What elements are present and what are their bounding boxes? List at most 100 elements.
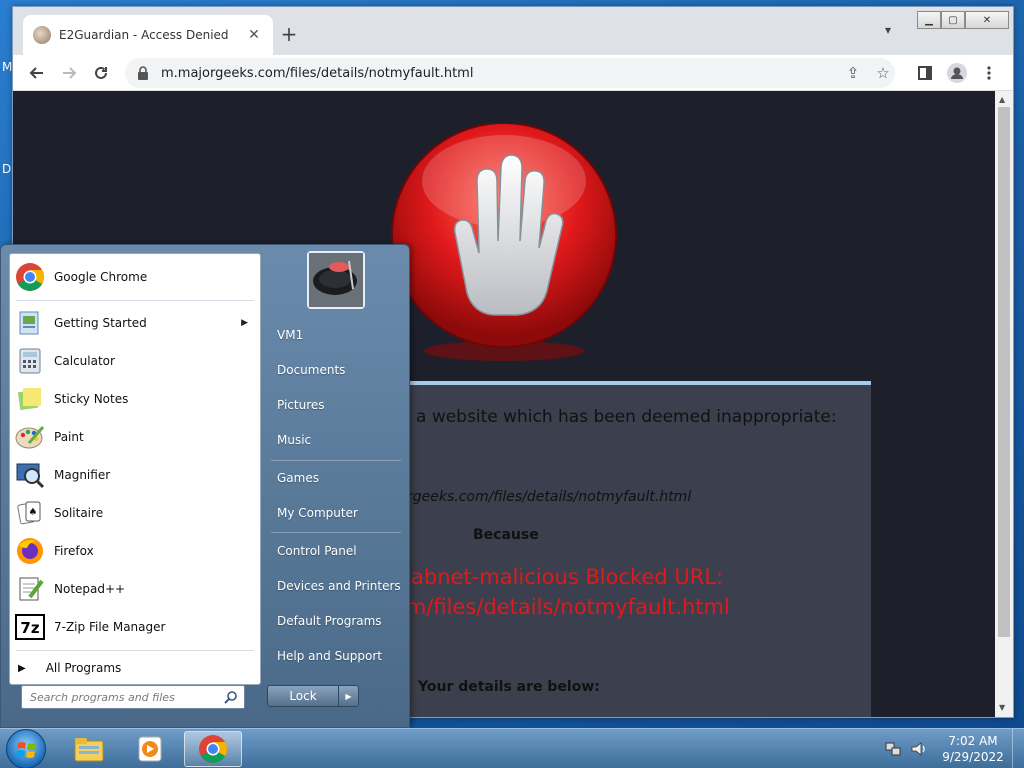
start-link-default-programs[interactable]: Default Programs — [267, 606, 405, 636]
maximize-button[interactable]: ▢ — [941, 11, 965, 29]
start-link-control-panel[interactable]: Control Panel — [267, 536, 405, 566]
start-link-pictures[interactable]: Pictures — [267, 390, 405, 420]
separator — [271, 460, 401, 461]
volume-icon[interactable] — [910, 740, 928, 758]
new-tab-button[interactable]: + — [275, 21, 303, 49]
program-google-chrome[interactable]: Google Chrome — [10, 258, 260, 296]
forward-button[interactable] — [57, 61, 81, 85]
system-tray — [884, 729, 928, 768]
lock-label: Lock — [289, 689, 317, 703]
chrome-menu-button[interactable] — [977, 61, 1001, 85]
notepadpp-icon — [14, 573, 46, 605]
close-window-button[interactable]: ✕ — [965, 11, 1009, 29]
side-panel-icon — [918, 66, 932, 80]
program-paint[interactable]: Paint — [10, 418, 260, 456]
svg-text:♠: ♠ — [29, 507, 38, 518]
program-magnifier[interactable]: Magnifier — [10, 456, 260, 494]
reload-button[interactable] — [89, 61, 113, 85]
program-getting-started[interactable]: Getting Started ▶ — [10, 304, 260, 342]
scroll-down-icon[interactable]: ▼ — [999, 703, 1005, 712]
start-button[interactable] — [6, 729, 46, 768]
start-menu: Google Chrome Getting Started ▶ Calculat… — [0, 244, 410, 728]
start-link-devices-and-printers[interactable]: Devices and Printers — [267, 571, 405, 601]
tab-title: E2Guardian - Access Denied — [59, 28, 229, 42]
blocked-url: rgeeks.com/files/details/notmyfault.html — [407, 489, 692, 505]
tab-close-icon[interactable]: ✕ — [245, 27, 263, 43]
program-label: Notepad++ — [54, 582, 126, 596]
desktop-icon-label-fragment[interactable]: M — [2, 60, 12, 74]
clock-time: 7:02 AM — [948, 734, 998, 748]
address-bar[interactable]: m.majorgeeks.com/files/details/notmyfaul… — [125, 58, 895, 88]
search-icon[interactable] — [224, 690, 238, 704]
network-icon[interactable] — [884, 740, 902, 758]
clock[interactable]: 7:02 AM 9/29/2022 — [938, 733, 1008, 765]
program-sticky-notes[interactable]: Sticky Notes — [10, 380, 260, 418]
start-link-music[interactable]: Music — [267, 425, 405, 455]
taskbar-chrome[interactable] — [184, 731, 242, 767]
show-desktop-button[interactable] — [1012, 729, 1024, 768]
start-link-games[interactable]: Games — [267, 463, 405, 493]
share-icon[interactable]: ⇪ — [841, 61, 865, 85]
profile-button[interactable] — [945, 61, 969, 85]
taskbar-media-player[interactable] — [122, 731, 180, 767]
magnifier-icon — [14, 459, 46, 491]
details-heading: Your details are below: — [418, 679, 600, 695]
lock-icon — [138, 66, 148, 80]
program-label: 7-Zip File Manager — [54, 620, 166, 634]
lock-button[interactable]: Lock ▶ — [267, 685, 359, 707]
user-avatar[interactable] — [307, 251, 365, 309]
page-scrollbar[interactable]: ▲ ▼ — [995, 91, 1013, 717]
program-notepadpp[interactable]: Notepad++ — [10, 570, 260, 608]
program-label: Firefox — [54, 544, 94, 558]
block-heading: a website which has been deemed inapprop… — [416, 407, 837, 427]
7zip-icon: 7z — [14, 611, 46, 643]
separator — [16, 300, 254, 301]
sticky-notes-icon — [14, 383, 46, 415]
program-label: Calculator — [54, 354, 115, 368]
e2guardian-favicon-icon — [33, 26, 51, 44]
tab-search-chevron-icon[interactable]: ▾ — [885, 23, 891, 37]
getting-started-icon — [14, 307, 46, 339]
scrollbar-thumb[interactable] — [998, 107, 1010, 637]
forward-arrow-icon — [63, 67, 77, 79]
all-programs-arrow-icon: ▶ — [18, 662, 26, 674]
start-link-help-and-support[interactable]: Help and Support — [267, 641, 405, 671]
desktop-icon-label-fragment[interactable]: D — [2, 162, 11, 176]
block-reason-url: om/files/details/notmyfault.html — [393, 595, 730, 619]
taskbar-explorer[interactable] — [60, 731, 118, 767]
program-7zip[interactable]: 7z 7-Zip File Manager — [10, 608, 260, 646]
block-reason: abnet-malicious Blocked URL: — [411, 565, 724, 589]
because-label: Because — [473, 527, 539, 543]
shutdown-options-arrow-icon[interactable]: ▶ — [338, 686, 358, 706]
start-link-vm1[interactable]: VM1 — [267, 320, 405, 350]
stop-hand-icon — [391, 123, 617, 361]
program-label: Google Chrome — [54, 270, 148, 284]
program-calculator[interactable]: Calculator — [10, 342, 260, 380]
tab-strip: E2Guardian - Access Denied ✕ + ▾ ▁ ▢ ✕ — [13, 7, 1013, 55]
bookmark-star-icon[interactable]: ☆ — [871, 61, 895, 85]
back-arrow-icon — [29, 67, 43, 79]
chrome-icon — [199, 735, 227, 763]
back-button[interactable] — [25, 61, 49, 85]
program-solitaire[interactable]: ♠ Solitaire — [10, 494, 260, 532]
media-player-icon — [138, 736, 162, 762]
clock-date: 9/29/2022 — [942, 750, 1004, 764]
all-programs-button[interactable]: ▶ All Programs — [10, 652, 260, 684]
folder-icon — [74, 738, 104, 762]
browser-toolbar: m.majorgeeks.com/files/details/notmyfaul… — [13, 55, 1013, 91]
start-link-my-computer[interactable]: My Computer — [267, 498, 405, 528]
program-label: Sticky Notes — [54, 392, 129, 406]
windows-logo-icon — [16, 742, 36, 758]
side-panel-button[interactable] — [913, 61, 937, 85]
tab-access-denied[interactable]: E2Guardian - Access Denied ✕ — [23, 15, 273, 55]
solitaire-icon: ♠ — [14, 497, 46, 529]
program-firefox[interactable]: Firefox — [10, 532, 260, 570]
start-link-documents[interactable]: Documents — [267, 355, 405, 385]
reload-icon — [95, 66, 107, 79]
separator — [16, 650, 254, 651]
minimize-button[interactable]: ▁ — [917, 11, 941, 29]
scroll-up-icon[interactable]: ▲ — [999, 95, 1005, 104]
start-search-box[interactable]: Search programs and files — [21, 685, 245, 709]
program-label: Getting Started — [54, 316, 147, 330]
all-programs-label: All Programs — [45, 661, 122, 675]
